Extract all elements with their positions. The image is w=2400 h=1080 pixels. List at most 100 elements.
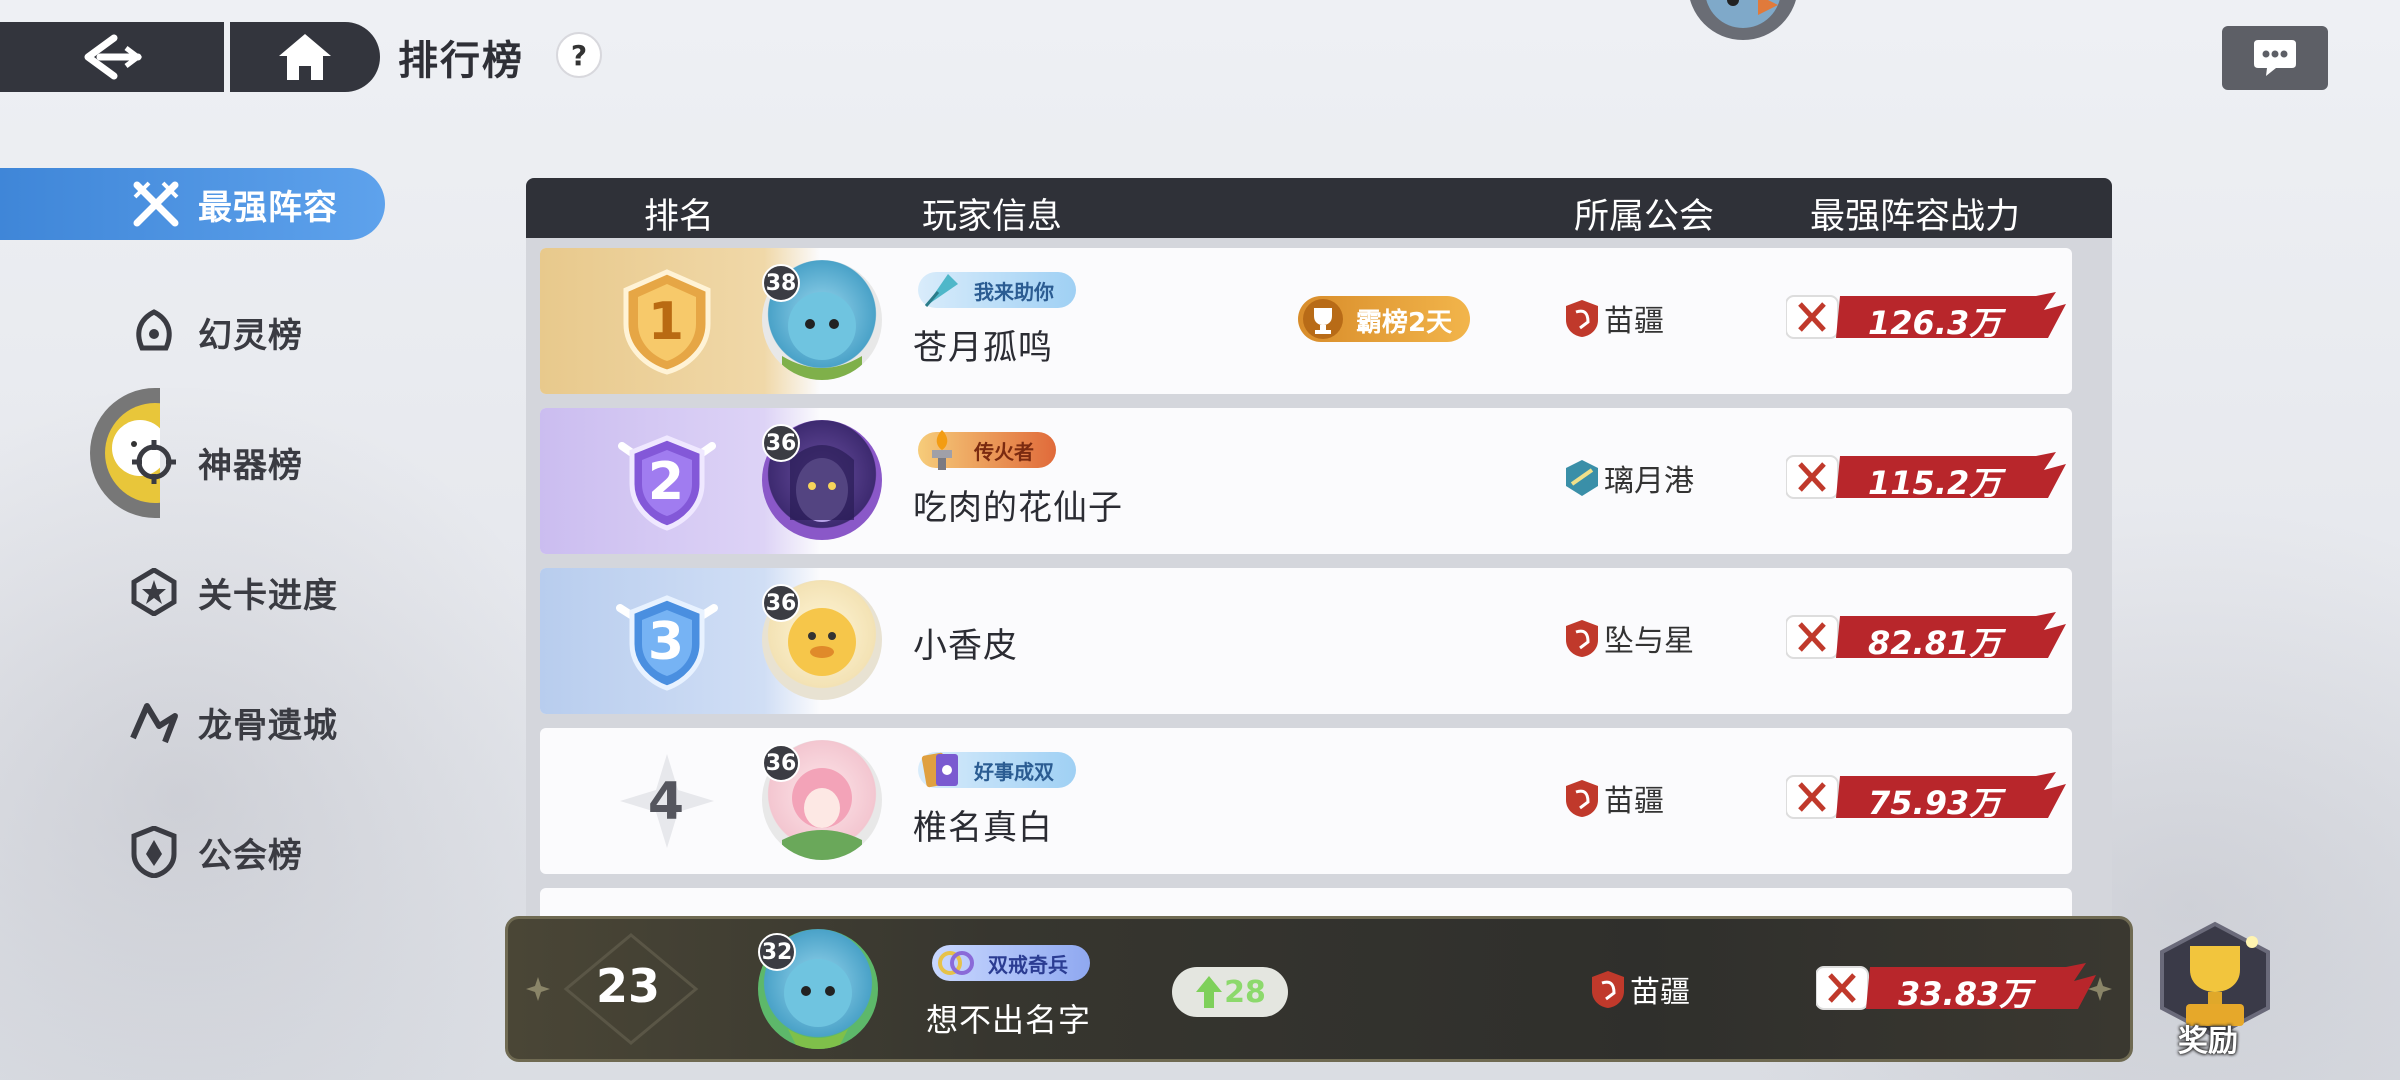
sidebar-item-guild[interactable]: 公会榜 [0, 816, 385, 888]
power-value: 33.83万 [1898, 975, 2032, 1013]
hegemony-badge: 霸榜2天 [1298, 296, 1470, 342]
guild-name: 苗疆 [1604, 784, 1664, 819]
table-row[interactable]: 1 38 我来助你 苍月孤鸣 霸榜2天 苗疆 126.3万 [540, 248, 2072, 394]
power-banner: 82.81万 [1785, 612, 2066, 662]
hegemony-label: 霸榜2天 [1356, 308, 1453, 338]
my-player-name: 想不出名字 [926, 1001, 1092, 1039]
guild-info[interactable]: 璃月港 [1564, 456, 1694, 500]
page-title: 排行榜 [398, 38, 524, 84]
player-level-badge: 36 [762, 424, 800, 462]
sidebar-item-label: 神器榜 [198, 445, 303, 486]
top-nav [0, 22, 380, 92]
sidebar-item-spirit[interactable]: 幻灵榜 [0, 296, 385, 368]
rank-rise-value: 28 [1224, 974, 1266, 1010]
player-level-badge: 36 [762, 584, 800, 622]
power-value: 126.3万 [1868, 304, 2002, 342]
table-row[interactable]: 2 36 传火者 吃肉的花仙子 璃月港 115.2万 [540, 408, 2072, 554]
power-banner: 75.93万 [1785, 772, 2066, 822]
power-banner: 115.2万 [1785, 452, 2066, 502]
my-ranking-row[interactable]: 23 32 双戒奇兵 想不出名字 28 苗疆 33.83万 [505, 916, 2133, 1062]
player-name: 吃肉的花仙子 [913, 488, 1123, 528]
sidebar-item-strongest-lineup[interactable]: 最强阵容 [0, 168, 385, 240]
chat-bubble-icon [2254, 40, 2296, 76]
back-arrow-icon [84, 34, 143, 80]
my-power-banner: 33.83万 [1815, 963, 2096, 1013]
guild-emblem-icon [1566, 620, 1598, 657]
sidebar-item-label: 关卡进度 [198, 575, 338, 616]
rank-number: 2 [647, 452, 685, 512]
power-value: 82.81万 [1868, 624, 2002, 662]
home-icon [279, 34, 331, 80]
rank-number: 1 [647, 292, 685, 352]
my-level-badge: 32 [758, 933, 796, 971]
guild-info[interactable]: 坠与星 [1564, 616, 1694, 660]
ranking-table-header: 排名 玩家信息 所属公会 最强阵容战力 [526, 178, 2112, 238]
column-guild: 所属公会 [1574, 197, 1715, 237]
top-avatar[interactable] [1688, 0, 1798, 40]
back-button[interactable] [0, 22, 224, 92]
sidebar-item-artifact[interactable]: 神器榜 [0, 426, 385, 498]
player-title-text: 我来助你 [974, 279, 1054, 304]
rank-number: 3 [647, 612, 685, 672]
power-banner: 126.3万 [1785, 292, 2066, 342]
my-guild-info[interactable]: 苗疆 [1590, 967, 1690, 1011]
table-row[interactable]: 4 36 好事成双 椎名真白 苗疆 75.93万 [540, 728, 2072, 874]
player-name: 小香皮 [913, 626, 1018, 666]
sidebar-item-stage-progress[interactable]: 关卡进度 [0, 556, 385, 628]
cards-title-icon [921, 752, 958, 788]
ranking-table-body: 1 38 我来助你 苍月孤鸣 霸榜2天 苗疆 126.3万 2 36 传火者 吃… [526, 238, 2112, 918]
my-rank-number: 23 [595, 959, 660, 1013]
crossed-swords-icon [130, 178, 182, 230]
guild-info[interactable]: 苗疆 [1564, 296, 1664, 340]
column-player-info: 玩家信息 [922, 197, 1063, 237]
player-title-tag: 传火者 [918, 430, 1056, 470]
rings-title-icon [938, 951, 974, 975]
guild-name: 璃月港 [1604, 464, 1694, 499]
rank-rise-badge: 28 [1172, 967, 1288, 1017]
chat-button[interactable] [2222, 26, 2328, 90]
column-rank: 排名 [644, 197, 715, 237]
player-level-badge: 38 [762, 264, 800, 302]
guild-emblem-icon [1566, 780, 1598, 817]
feather-title-icon [924, 274, 958, 307]
ornament-left-icon [526, 977, 550, 1001]
dragon-icon [128, 696, 180, 748]
ornament-right-icon [2088, 977, 2112, 1001]
power-value: 115.2万 [1868, 464, 2002, 502]
table-row[interactable]: 3 36 小香皮 坠与星 82.81万 [540, 568, 2072, 714]
sidebar-item-label: 公会榜 [198, 835, 303, 876]
player-title-text: 传火者 [974, 439, 1034, 464]
home-button[interactable] [230, 22, 380, 92]
guild-emblem-icon [1592, 971, 1624, 1008]
player-title-text: 好事成双 [974, 759, 1054, 784]
star-badge-icon [128, 566, 180, 618]
trophy-icon [1303, 299, 1343, 339]
player-name: 椎名真白 [913, 808, 1053, 848]
up-arrow-icon [1196, 976, 1223, 1008]
guild-emblem-icon [1566, 300, 1598, 337]
guild-info[interactable]: 苗疆 [1564, 776, 1664, 820]
power-value: 75.93万 [1868, 784, 2002, 822]
rank-number: 4 [647, 772, 685, 832]
column-power: 最强阵容战力 [1810, 197, 2021, 237]
help-button[interactable]: ? [556, 32, 602, 78]
player-name: 苍月孤鸣 [913, 328, 1053, 368]
player-level-badge: 36 [762, 744, 800, 782]
sidebar-item-label: 最强阵容 [198, 187, 338, 228]
player-title-tag: 我来助你 [918, 272, 1076, 308]
table-row[interactable] [540, 888, 2072, 918]
guild-name: 坠与星 [1604, 624, 1694, 659]
my-title-text: 双戒奇兵 [988, 952, 1068, 977]
creature-avatar-icon [1706, 0, 1780, 28]
sidebar-item-label: 幻灵榜 [198, 315, 303, 356]
sidebar-item-dragon-city[interactable]: 龙骨遗城 [0, 686, 385, 758]
player-title-tag: 好事成双 [918, 752, 1076, 788]
guild-name: 苗疆 [1604, 304, 1664, 339]
shield-icon [128, 826, 180, 878]
my-title-tag: 双戒奇兵 [932, 945, 1090, 981]
guild-name: 苗疆 [1630, 975, 1690, 1010]
reward-label: 奖励 [2178, 1024, 2238, 1059]
sidebar-item-label: 龙骨遗城 [198, 705, 338, 746]
torch-title-icon [932, 430, 952, 470]
artifact-icon [128, 436, 180, 488]
